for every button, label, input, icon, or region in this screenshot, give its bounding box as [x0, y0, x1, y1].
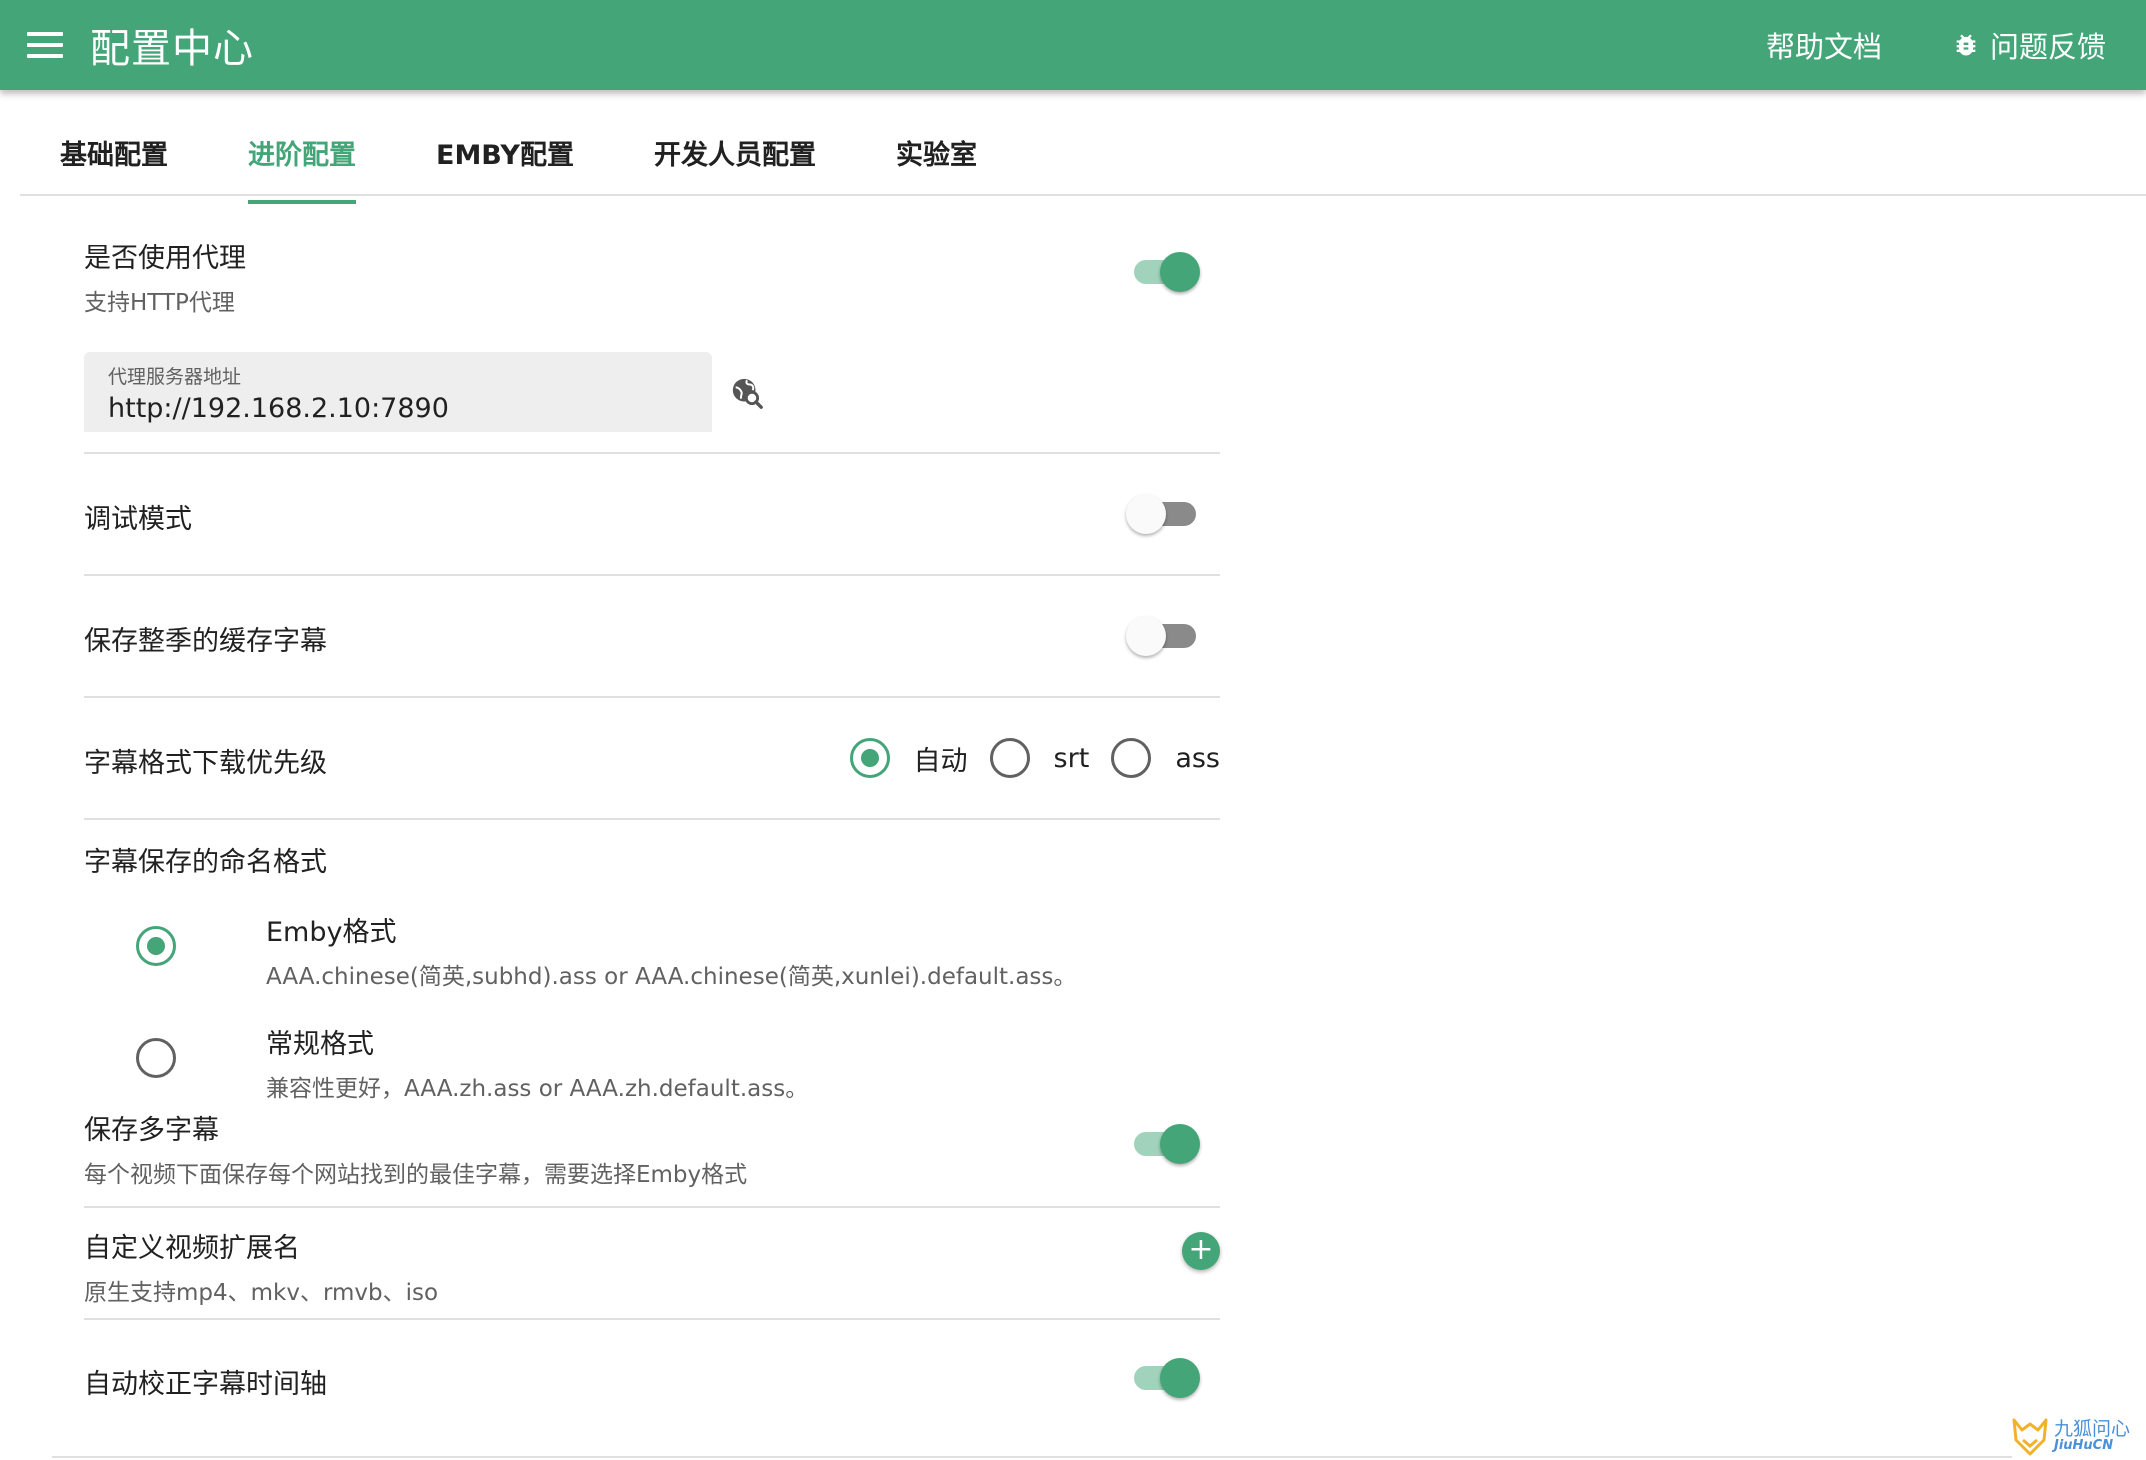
proxy-setting: 是否使用代理 支持HTTP代理 代理服务器地址 http://192.168.2… [84, 196, 1220, 454]
auto-fix-title: 自动校正字幕时间轴 [84, 1369, 327, 1400]
auto-fix-setting: 自动校正字幕时间轴 [84, 1320, 1220, 1440]
bug-icon [1956, 34, 1976, 56]
proxy-subtitle: 支持HTTP代理 [84, 290, 235, 316]
tab-basic-config[interactable]: 基础配置 [20, 100, 208, 204]
season-cache-title: 保存整季的缓存字幕 [84, 626, 327, 657]
naming-option-normal[interactable]: 常规格式 兼容性更好，AAA.zh.ass or AAA.zh.default.… [136, 1022, 808, 1103]
watermark-en: JiuHuCN [2054, 1438, 2114, 1453]
proxy-switch[interactable] [1130, 252, 1200, 292]
multi-sub-subtitle: 每个视频下面保存每个网站找到的最佳字幕，需要选择Emby格式 [84, 1162, 748, 1188]
season-cache-setting: 保存整季的缓存字幕 [84, 576, 1220, 698]
radio-auto[interactable] [849, 738, 890, 778]
divider [52, 1456, 2012, 1458]
proxy-title: 是否使用代理 [84, 243, 246, 274]
format-priority-title: 字幕格式下载优先级 [84, 748, 327, 779]
multi-sub-title: 保存多字幕 [84, 1115, 219, 1146]
app-bar: 配置中心 帮助文档 问题反馈 [0, 0, 2146, 90]
menu-button[interactable] [0, 0, 90, 90]
watermark: 九狐问心 JiuHuCN [2010, 1412, 2140, 1460]
tab-lab[interactable]: 实验室 [856, 100, 1017, 204]
radio-srt[interactable] [989, 738, 1030, 778]
naming-option-emby[interactable]: Emby格式 AAA.chinese(简英,subhd).ass or AAA.… [136, 910, 1076, 991]
format-option-srt[interactable]: srt [989, 738, 1090, 778]
naming-option-emby-title: Emby格式 [266, 917, 397, 948]
page-title: 配置中心 [90, 26, 254, 72]
custom-ext-setting: 自定义视频扩展名 原生支持mp4、mkv、rmvb、iso + [84, 1208, 1220, 1320]
proxy-address-label: 代理服务器地址 [108, 366, 242, 388]
format-priority-setting: 字幕格式下载优先级 自动 srt ass [84, 698, 1220, 820]
format-option-auto[interactable]: 自动 [849, 738, 968, 778]
help-docs-label: 帮助文档 [1765, 30, 1882, 64]
custom-ext-subtitle: 原生支持mp4、mkv、rmvb、iso [84, 1280, 439, 1306]
tab-emby-config[interactable]: EMBY配置 [396, 100, 614, 204]
naming-option-normal-desc: 兼容性更好，AAA.zh.ass or AAA.zh.default.ass。 [266, 1076, 809, 1102]
debug-setting: 调试模式 [84, 454, 1220, 576]
radio-normal-format[interactable] [136, 1038, 176, 1078]
multi-sub-setting: 保存多字幕 每个视频下面保存每个网站找到的最佳字幕，需要选择Emby格式 [84, 1100, 1220, 1208]
proxy-address-value: http://192.168.2.10:7890 [108, 393, 449, 424]
help-docs-link[interactable]: 帮助文档 [1766, 24, 1882, 66]
format-option-auto-label: 自动 [913, 745, 968, 777]
multi-sub-switch[interactable] [1130, 1124, 1200, 1164]
watermark-cn: 九狐问心 [2054, 1418, 2131, 1440]
search-globe-icon[interactable] [730, 376, 764, 410]
custom-ext-title: 自定义视频扩展名 [84, 1233, 300, 1264]
feedback-link[interactable]: 问题反馈 [1952, 24, 2106, 66]
radio-emby-format[interactable] [136, 926, 176, 966]
tab-advanced-config[interactable]: 进阶配置 [208, 100, 396, 204]
debug-switch[interactable] [1126, 494, 1200, 534]
format-option-srt-label: srt [1053, 742, 1090, 774]
naming-format-setting: 字幕保存的命名格式 Emby格式 AAA.chinese(简英,subhd).a… [84, 820, 1220, 1103]
naming-option-normal-title: 常规格式 [266, 1029, 374, 1060]
tab-developer-config[interactable]: 开发人员配置 [614, 100, 856, 204]
debug-title: 调试模式 [84, 504, 192, 535]
auto-fix-switch[interactable] [1130, 1358, 1200, 1398]
feedback-label: 问题反馈 [1989, 30, 2106, 64]
settings-list: 是否使用代理 支持HTTP代理 代理服务器地址 http://192.168.2… [84, 196, 1220, 1440]
fox-logo-icon [2012, 1418, 2048, 1456]
proxy-address-field[interactable]: 代理服务器地址 http://192.168.2.10:7890 [84, 352, 712, 432]
naming-format-title: 字幕保存的命名格式 [84, 847, 327, 878]
season-cache-switch[interactable] [1126, 616, 1200, 656]
menu-icon [27, 32, 63, 58]
format-option-ass-label: ass [1175, 742, 1220, 774]
format-priority-radio-group: 自动 srt ass [849, 698, 1220, 818]
tab-bar: 基础配置 进阶配置 EMBY配置 开发人员配置 实验室 [20, 90, 2146, 204]
radio-ass[interactable] [1111, 738, 1152, 778]
plus-icon[interactable]: + [1182, 1232, 1220, 1270]
naming-option-emby-desc: AAA.chinese(简英,subhd).ass or AAA.chinese… [266, 964, 1077, 990]
format-option-ass[interactable]: ass [1111, 738, 1220, 778]
